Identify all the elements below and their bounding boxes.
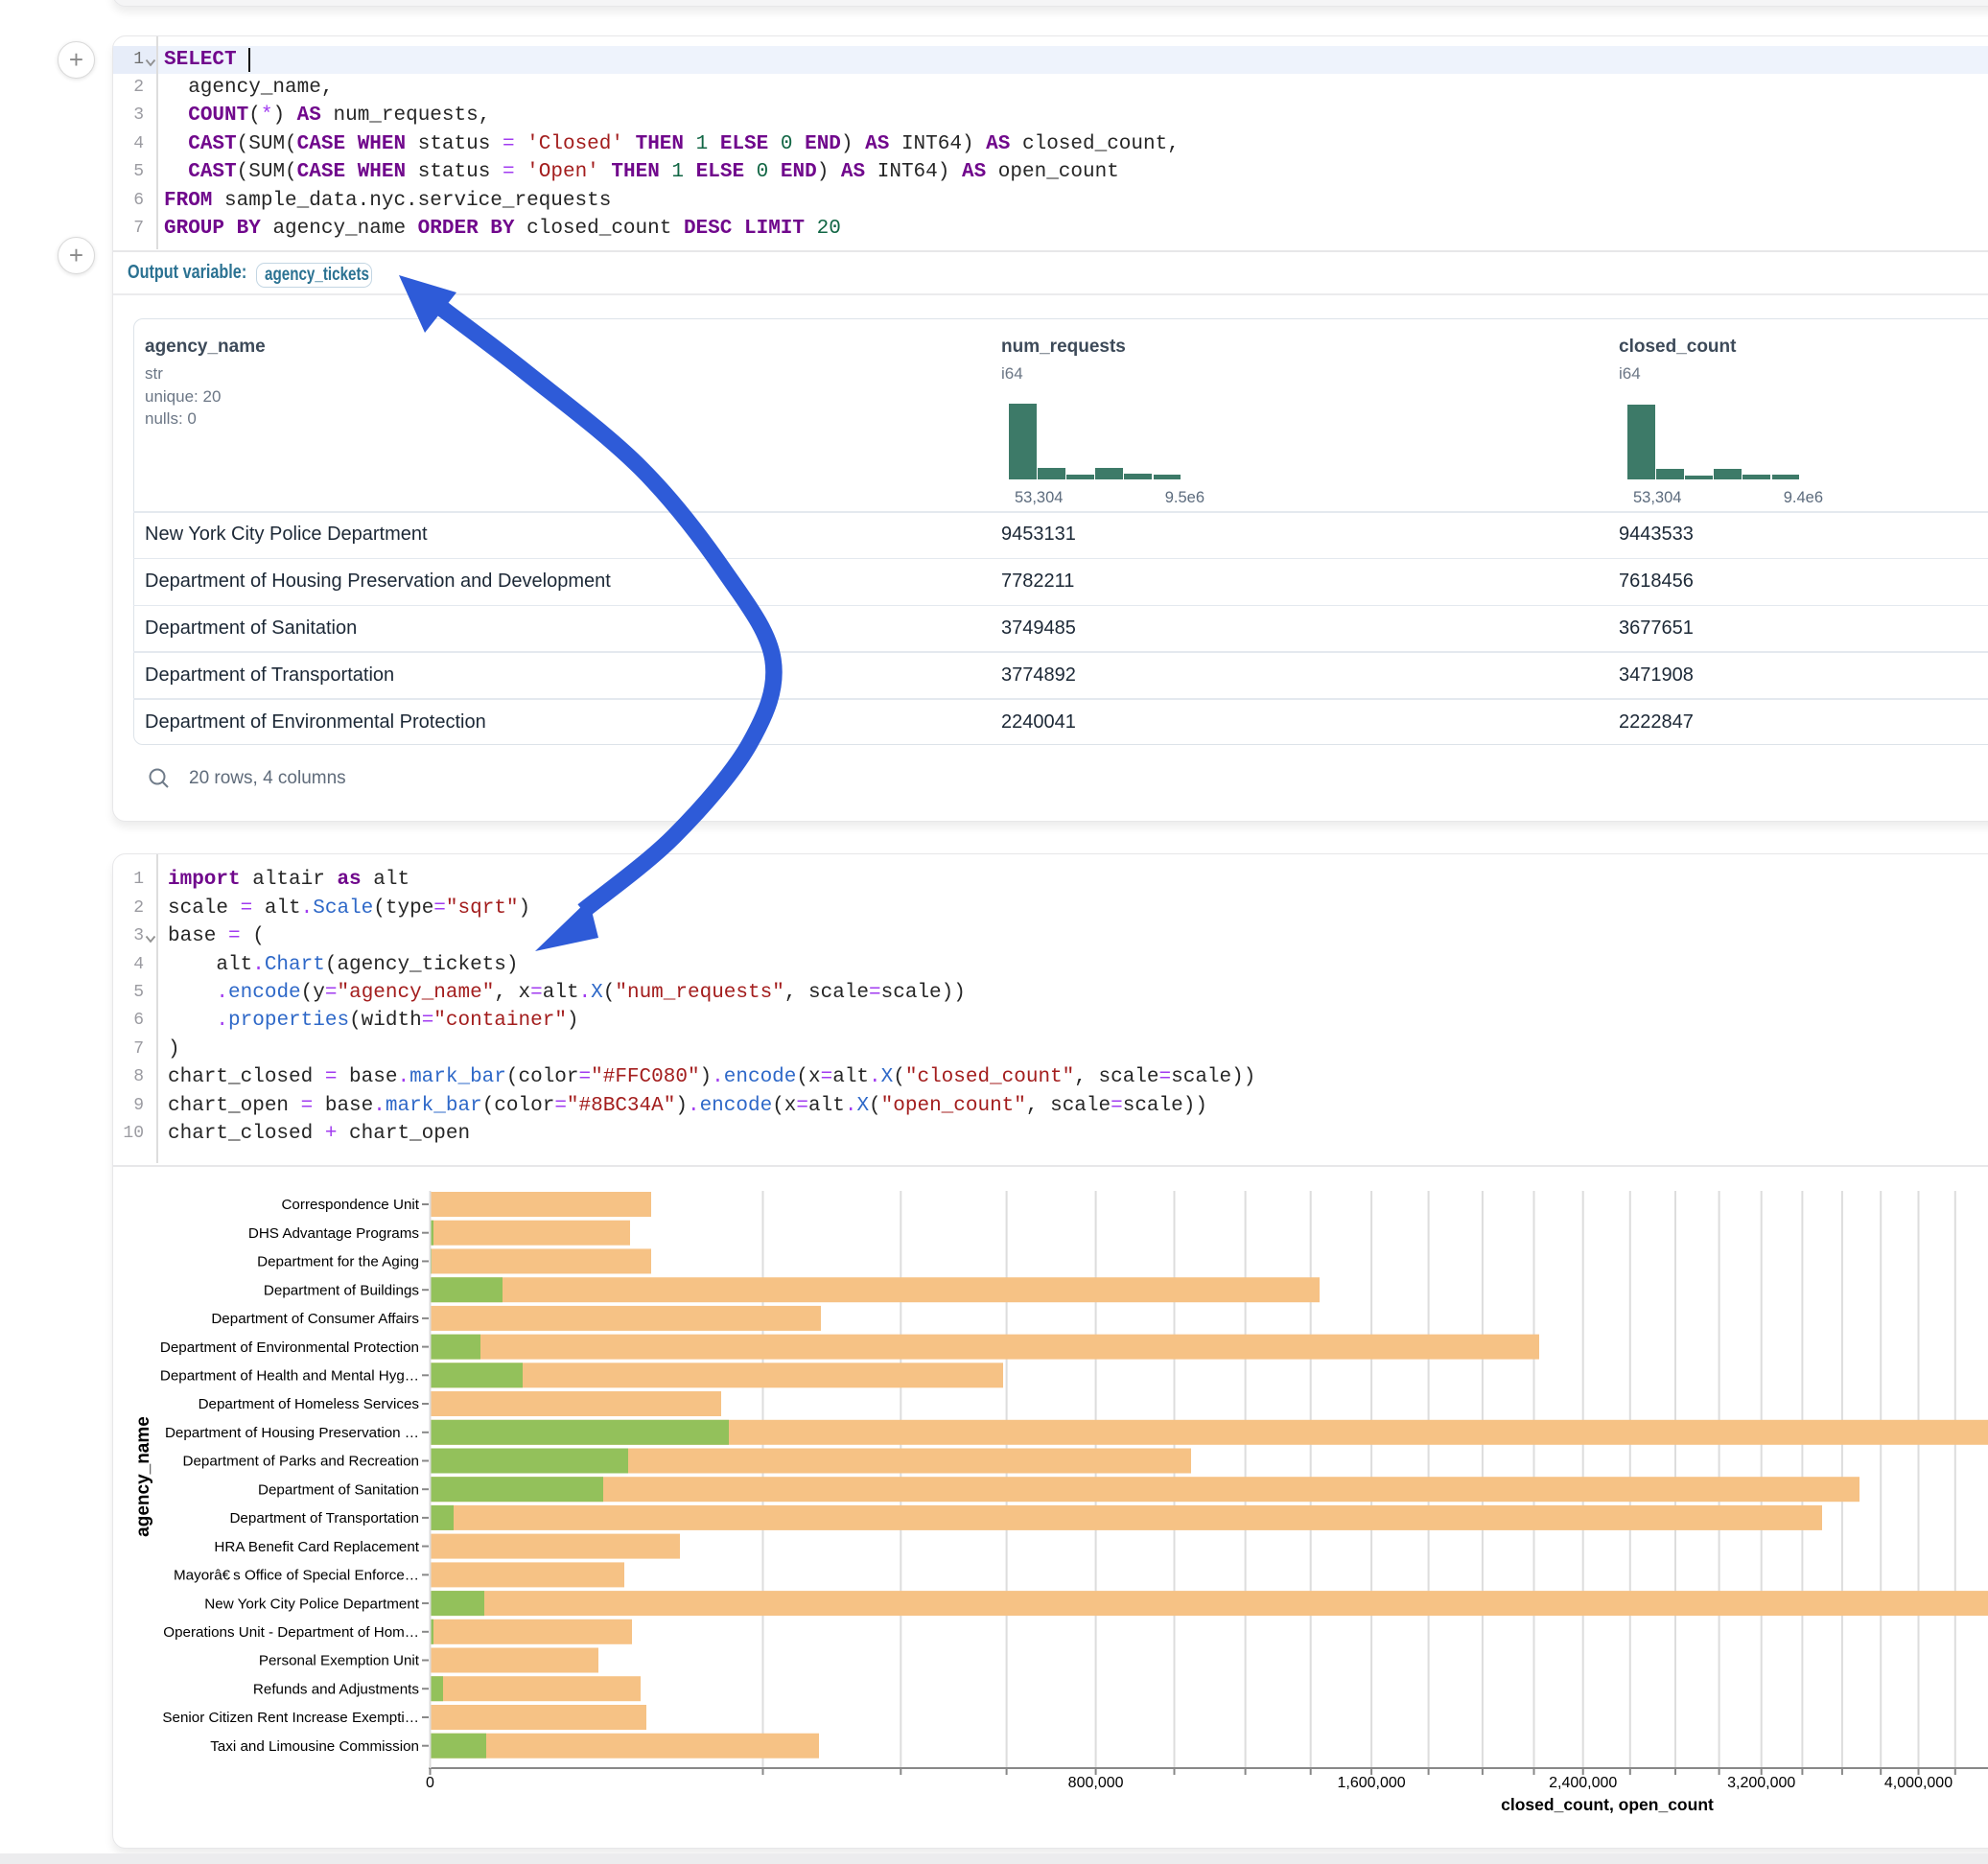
svg-text:closed_count, open_count: closed_count, open_count [1501, 1795, 1714, 1814]
svg-text:4,000,000: 4,000,000 [1884, 1775, 1953, 1791]
svg-text:Department of Transportation: Department of Transportation [229, 1510, 419, 1526]
svg-text:Department of Buildings: Department of Buildings [264, 1282, 419, 1298]
svg-text:2,400,000: 2,400,000 [1549, 1775, 1617, 1791]
svg-text:Department for the Aging: Department for the Aging [257, 1254, 419, 1270]
svg-text:0: 0 [426, 1775, 434, 1791]
svg-text:Department of Sanitation: Department of Sanitation [258, 1481, 419, 1498]
svg-text:DHS Advantage Programs: DHS Advantage Programs [248, 1225, 420, 1242]
svg-text:Mayorâ€ s Office of Special En: Mayorâ€ s Office of Special Enforce… [174, 1568, 419, 1584]
svg-text:HRA Benefit Card Replacement: HRA Benefit Card Replacement [214, 1539, 419, 1555]
svg-text:Department of Health and Menta: Department of Health and Mental Hyg… [160, 1368, 419, 1385]
svg-text:Personal Exemption Unit: Personal Exemption Unit [259, 1653, 420, 1669]
svg-text:Taxi and Limousine Commission: Taxi and Limousine Commission [210, 1738, 419, 1755]
svg-text:Department of Environmental Pr: Department of Environmental Protection [160, 1340, 419, 1356]
svg-text:Department of Housing Preserva: Department of Housing Preservation … [165, 1425, 419, 1441]
svg-text:Operations Unit - Department o: Operations Unit - Department of Hom… [163, 1624, 419, 1641]
svg-text:1,600,000: 1,600,000 [1338, 1775, 1406, 1791]
svg-text:Department of Parks and Recrea: Department of Parks and Recreation [182, 1454, 419, 1470]
svg-text:New York City Police Departmen: New York City Police Department [204, 1596, 419, 1612]
svg-text:agency_name: agency_name [133, 1416, 153, 1537]
svg-text:Senior Citizen Rent Increase E: Senior Citizen Rent Increase Exempti… [162, 1710, 419, 1726]
svg-text:800,000: 800,000 [1068, 1775, 1124, 1791]
svg-text:Department of Consumer Affairs: Department of Consumer Affairs [211, 1311, 419, 1327]
svg-text:Correspondence Unit: Correspondence Unit [281, 1197, 419, 1213]
svg-text:Department of Homeless Service: Department of Homeless Services [199, 1396, 420, 1412]
svg-text:3,200,000: 3,200,000 [1727, 1775, 1795, 1791]
svg-text:Refunds and Adjustments: Refunds and Adjustments [253, 1681, 419, 1697]
